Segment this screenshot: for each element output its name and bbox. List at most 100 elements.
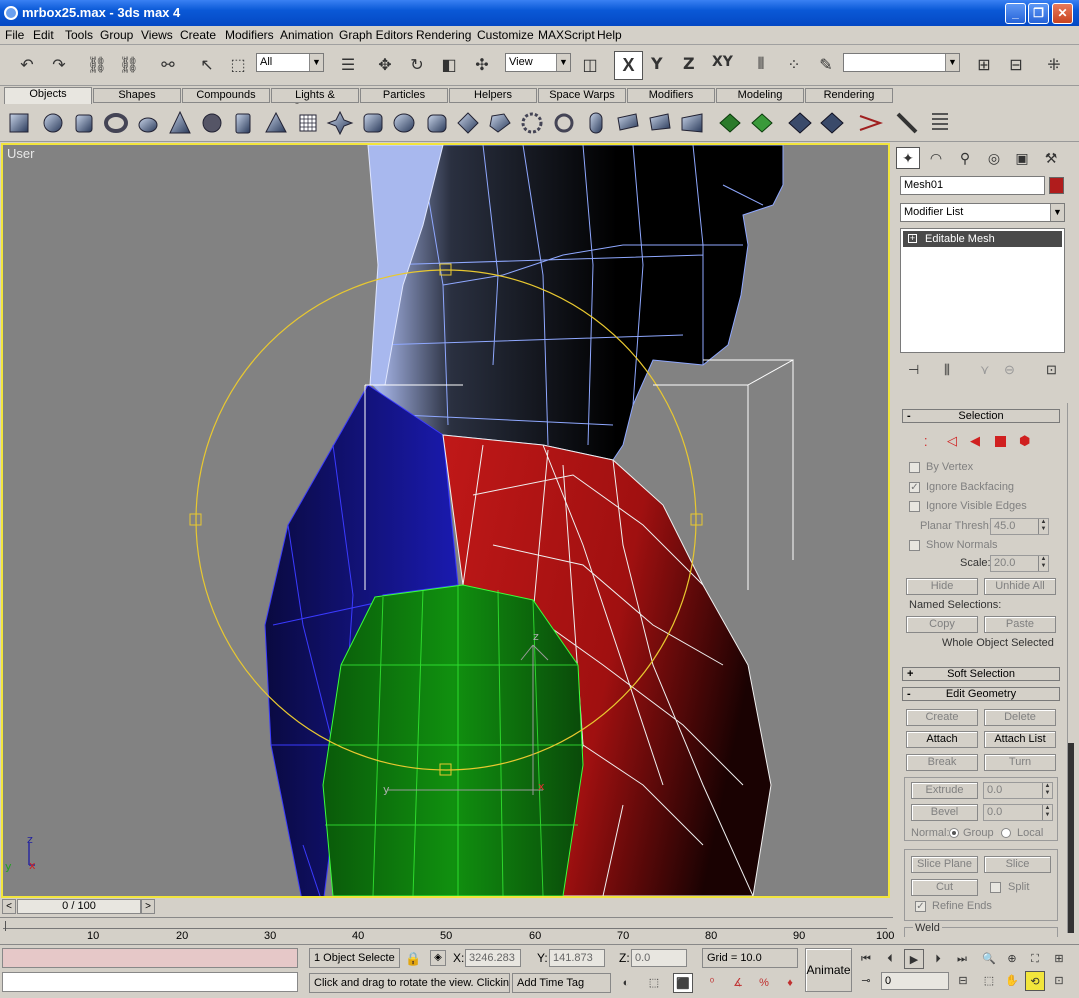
normals-scale-spinner[interactable]: 20.0 ▲ ▼ <box>990 555 1049 572</box>
copy-button[interactable]: Copy <box>906 616 978 633</box>
create-button[interactable]: Create <box>906 709 978 726</box>
modify-panel-icon[interactable]: ◠ <box>924 147 948 169</box>
l-ext-icon[interactable] <box>617 113 639 131</box>
spinner-snap-icon[interactable]: ♦ <box>780 973 800 993</box>
ignore-backfacing-checkbox[interactable]: ✓ <box>909 482 920 493</box>
tab-particles[interactable]: Particles <box>360 88 448 103</box>
make-unique-icon[interactable]: ⋎ <box>980 362 990 378</box>
expand-icon[interactable]: + <box>908 234 917 243</box>
cylinder-icon[interactable] <box>75 114 93 133</box>
maximize-button[interactable]: ❐ <box>1028 3 1049 24</box>
mirror-icon[interactable]: ⫴ <box>748 52 774 78</box>
redo-icon[interactable]: ↷ <box>46 52 72 78</box>
create-panel-icon[interactable]: ✦ <box>896 147 920 169</box>
slice-plane-button[interactable]: Slice Plane <box>911 856 978 873</box>
restrict-y-button[interactable]: Y <box>651 54 663 73</box>
face-level-icon[interactable]: ◀ <box>970 433 980 449</box>
menu-tools[interactable]: Tools <box>65 28 93 42</box>
tab-rendering[interactable]: Rendering <box>805 88 893 103</box>
spinner-arrows-icon[interactable]: ▲ ▼ <box>1038 519 1048 534</box>
undo-icon[interactable]: ↶ <box>14 52 40 78</box>
zoom-all-icon[interactable]: ⊕ <box>1002 949 1022 969</box>
next-frame-icon[interactable]: ⏵ <box>928 949 948 969</box>
animate-button[interactable]: Animate <box>805 948 852 992</box>
viewport-label[interactable]: User <box>7 146 34 161</box>
spinner-arrows-icon[interactable]: ▲ ▼ <box>1042 783 1052 798</box>
modifier-stack[interactable]: + Editable Mesh <box>900 228 1065 353</box>
soft-selection-rollout-header[interactable]: + Soft Selection <box>902 667 1060 681</box>
panel-scrollbar-thumb[interactable] <box>1068 743 1074 933</box>
oil-tank-icon[interactable] <box>427 114 447 133</box>
angle-snap-icon[interactable]: ∡ <box>728 973 748 993</box>
menu-rendering[interactable]: Rendering <box>416 28 471 42</box>
rotate-icon[interactable]: ↻ <box>404 52 430 78</box>
sphere-icon[interactable] <box>43 113 63 133</box>
ringwave-icon[interactable] <box>521 112 543 134</box>
cone-icon[interactable] <box>169 110 191 134</box>
go-to-end-icon[interactable]: ⏭ <box>952 949 972 969</box>
paste-button[interactable]: Paste <box>984 616 1056 633</box>
edit-geometry-rollout-header[interactable]: - Edit Geometry <box>902 687 1060 701</box>
snap-toggle-icon[interactable]: ⁰ <box>702 973 722 993</box>
spinner-arrows-icon[interactable]: ▲ ▼ <box>1038 556 1048 571</box>
maxscript-listener-mini[interactable] <box>2 948 298 968</box>
go-to-start-icon[interactable]: ⏮ <box>856 949 876 969</box>
geosphere-icon[interactable] <box>202 113 222 133</box>
maxscript-input[interactable] <box>2 972 298 992</box>
previous-frame-icon[interactable]: ⏴ <box>880 949 900 969</box>
extrude-spinner[interactable]: 0.0 ▲ ▼ <box>983 782 1053 799</box>
menu-views[interactable]: Views <box>141 28 173 42</box>
viewport-user[interactable]: z y x z y x User <box>1 143 890 898</box>
spring-icon[interactable] <box>932 113 948 130</box>
selection-window-icon[interactable]: ⬚ <box>644 973 664 993</box>
break-button[interactable]: Break <box>906 754 978 771</box>
material-editor-icon[interactable]: ⁜ <box>1041 52 1067 78</box>
hose-alt-icon[interactable] <box>751 113 773 133</box>
array-icon[interactable]: ⁘ <box>781 52 807 78</box>
nurbs-curve-icon[interactable] <box>859 115 884 131</box>
time-prev-button[interactable]: < <box>2 899 16 914</box>
restrict-xy-button[interactable]: XY <box>712 54 733 70</box>
tab-lights-cameras[interactable]: Lights & Cameras <box>271 88 359 114</box>
torus-knot-icon[interactable] <box>554 113 574 133</box>
display-panel-icon[interactable]: ▣ <box>1010 147 1034 169</box>
play-icon[interactable]: ▶ <box>904 949 924 969</box>
turn-button[interactable]: Turn <box>984 754 1056 771</box>
menu-file[interactable]: File <box>5 28 24 42</box>
time-next-button[interactable]: > <box>141 899 155 914</box>
pan-icon[interactable]: ✋ <box>1002 971 1022 991</box>
bind-space-warp-icon[interactable]: ⚯ <box>155 52 181 78</box>
tab-modifiers[interactable]: Modifiers <box>627 88 715 103</box>
selection-filter-dropdown[interactable]: All ▼ <box>256 53 324 72</box>
hose-icon[interactable] <box>719 113 741 133</box>
split-checkbox[interactable] <box>990 882 1001 893</box>
plane-icon[interactable] <box>299 114 317 132</box>
restrict-z-button[interactable]: Z <box>683 54 695 73</box>
arc-rotate-icon[interactable]: ⟲ <box>1025 971 1045 991</box>
zoom-extents-all-icon[interactable]: ⊞ <box>1049 949 1069 969</box>
patch-tri-icon[interactable] <box>820 112 844 134</box>
percent-snap-icon[interactable]: % <box>754 973 774 993</box>
cut-button[interactable]: Cut <box>911 879 978 896</box>
tab-shapes[interactable]: Shapes <box>93 88 181 103</box>
tab-modeling[interactable]: Modeling <box>716 88 804 103</box>
box-icon[interactable] <box>9 113 29 133</box>
named-selection-sets-dropdown[interactable]: ▼ <box>843 53 960 72</box>
bevel-spinner[interactable]: 0.0 ▲ ▼ <box>983 804 1053 821</box>
unhide-all-button[interactable]: Unhide All <box>984 578 1056 595</box>
add-time-tag-button[interactable]: Add Time Tag <box>512 973 611 993</box>
min-max-toggle-icon[interactable]: ⊡ <box>1049 971 1069 991</box>
show-end-result-icon[interactable]: ⫼ <box>944 362 950 378</box>
paint-icon[interactable] <box>896 112 918 134</box>
selection-rollout-header[interactable]: - Selection <box>902 409 1060 423</box>
gengon-icon[interactable] <box>489 113 511 133</box>
element-level-icon[interactable]: ⬢ <box>1019 433 1030 449</box>
menu-group[interactable]: Group <box>100 28 133 42</box>
planar-thresh-spinner[interactable]: 45.0 ▲ ▼ <box>990 518 1049 535</box>
time-slider-thumb[interactable]: 0 / 100 <box>17 899 141 914</box>
c-ext-icon[interactable] <box>649 113 671 131</box>
y-coordinate-field[interactable]: 141.873 <box>549 949 605 967</box>
rectangular-selection-icon[interactable]: ⬚ <box>225 52 251 78</box>
menu-customize[interactable]: Customize <box>477 28 534 42</box>
remove-modifier-icon[interactable]: ⊖ <box>1004 362 1015 378</box>
